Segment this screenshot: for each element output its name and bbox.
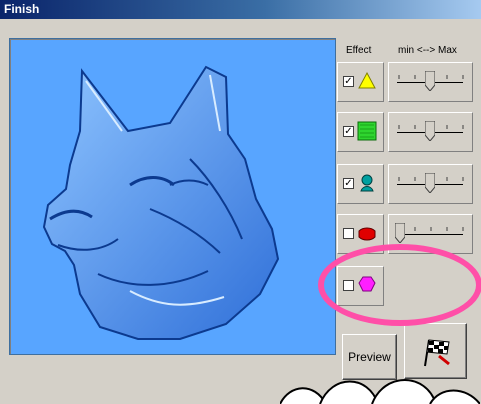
effect-toggle-1[interactable]: ✓ bbox=[337, 62, 384, 102]
effect-toggle-2[interactable]: ✓ bbox=[337, 112, 384, 152]
effect-row-5 bbox=[337, 266, 473, 306]
minmax-column-label: min <--> Max bbox=[398, 45, 457, 56]
slider-thumb-3[interactable] bbox=[425, 173, 435, 193]
effect-slider-1[interactable] bbox=[388, 62, 473, 102]
effect-row-2: ✓ bbox=[337, 112, 473, 152]
effect-checkbox-3[interactable]: ✓ bbox=[343, 178, 354, 189]
checkered-flag-icon bbox=[424, 339, 450, 367]
dog-embossed-image bbox=[42, 65, 280, 340]
effect-row-1: ✓ bbox=[337, 62, 473, 102]
effect-toggle-5[interactable] bbox=[337, 266, 384, 306]
effect-column-label: Effect bbox=[346, 45, 372, 56]
slider-thumb-1[interactable] bbox=[425, 71, 435, 91]
preview-image-frame bbox=[9, 38, 336, 355]
green-texture-icon bbox=[357, 121, 377, 141]
effect-slider-4[interactable] bbox=[388, 214, 473, 254]
effect-toggle-4[interactable] bbox=[337, 214, 384, 254]
effect-slider-2[interactable] bbox=[388, 112, 473, 152]
effect-checkbox-5[interactable] bbox=[343, 280, 354, 291]
slider-thumb-2[interactable] bbox=[425, 121, 435, 141]
cloud-decoration bbox=[280, 379, 480, 404]
magenta-polygon-icon bbox=[358, 276, 376, 292]
teal-figure-icon bbox=[360, 174, 374, 192]
red-shape-icon bbox=[358, 227, 376, 241]
effect-checkbox-4[interactable] bbox=[343, 228, 354, 239]
effect-checkbox-2[interactable]: ✓ bbox=[343, 126, 354, 137]
effect-toggle-3[interactable]: ✓ bbox=[337, 164, 384, 204]
effect-checkbox-1[interactable]: ✓ bbox=[343, 76, 354, 87]
yellow-triangle-icon bbox=[358, 71, 376, 89]
effect-row-4 bbox=[337, 214, 473, 254]
window-title: Finish bbox=[4, 2, 40, 16]
window-titlebar: Finish bbox=[0, 0, 481, 19]
effect-slider-3[interactable] bbox=[388, 164, 473, 204]
slider-thumb-4[interactable] bbox=[395, 223, 405, 243]
effect-row-3: ✓ bbox=[337, 164, 473, 204]
